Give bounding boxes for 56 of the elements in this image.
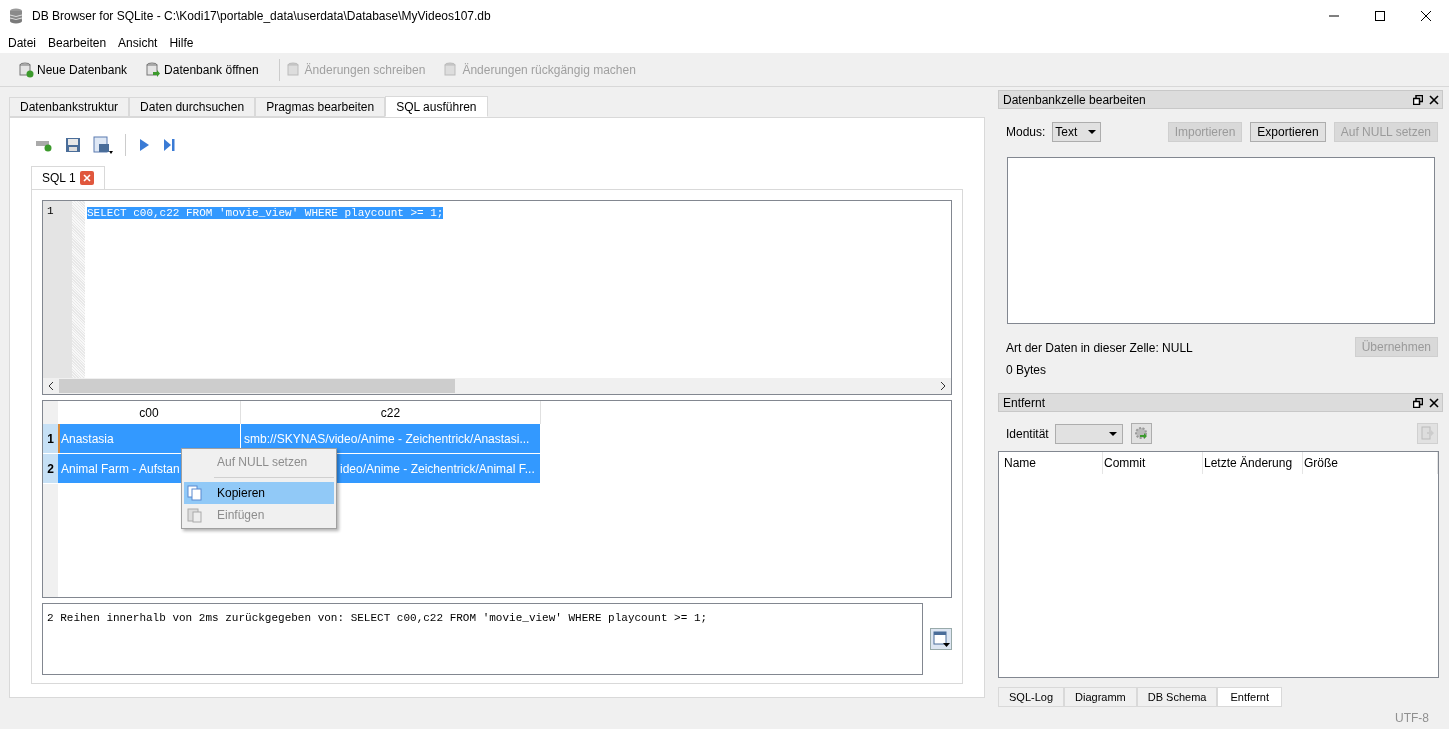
cell-editor[interactable] xyxy=(1007,156,1435,325)
caret-icon xyxy=(1088,129,1097,134)
panel-title: Entfernt xyxy=(1003,394,1046,412)
column-header[interactable]: Letzte Änderung xyxy=(1203,451,1303,474)
row-number[interactable]: 1 xyxy=(43,424,58,454)
panel-button[interactable]: Exportieren xyxy=(1250,121,1326,142)
mode-label: Modus: xyxy=(1006,123,1046,141)
menu-item[interactable]: Hilfe xyxy=(163,33,200,52)
log-text: 2 Reihen innerhalb von 2ms zurückgegeben von: SELECT c00,c22 FROM 'movie_view' WHERE playcount >= 1; xyxy=(42,603,924,675)
database-plus-icon xyxy=(18,61,34,78)
restore-icon[interactable] xyxy=(1413,94,1423,105)
toolbar-button[interactable]: Neue Datenbank xyxy=(16,60,130,79)
column-header[interactable]: Größe xyxy=(1303,451,1438,474)
close-icon[interactable] xyxy=(1429,397,1439,408)
column-header[interactable]: Name xyxy=(1003,451,1103,474)
skip-forward-icon[interactable] xyxy=(162,138,176,152)
line-number: 1 xyxy=(47,204,55,219)
toolbar-button[interactable]: Datenbank öffnen xyxy=(143,60,261,79)
encoding-status: UTF-8 xyxy=(1395,710,1430,728)
tab[interactable]: Entfernt xyxy=(1217,686,1282,708)
mode-dropdown[interactable]: Text xyxy=(1052,121,1102,142)
tab[interactable]: Pragmas bearbeiten xyxy=(255,97,386,117)
horizontal-scrollbar[interactable] xyxy=(43,378,951,394)
tab[interactable]: DB Schema xyxy=(1136,686,1218,708)
row-number[interactable]: 2 xyxy=(43,454,58,484)
menu-item[interactable]: Bearbeiten xyxy=(42,33,113,52)
menu-item[interactable]: Kopieren xyxy=(184,482,334,504)
database-icon xyxy=(285,61,302,78)
menu-item[interactable]: Ansicht xyxy=(112,33,164,52)
play-icon[interactable] xyxy=(138,138,150,152)
paste-icon xyxy=(187,507,203,523)
editor-tab[interactable]: SQL 1 xyxy=(31,166,105,190)
menu-item[interactable]: Datei xyxy=(2,33,42,52)
tab[interactable]: Datenbankstruktur xyxy=(9,97,130,117)
open-tab-icon[interactable] xyxy=(35,138,53,152)
identity-label: Identität xyxy=(1006,425,1049,443)
tab[interactable]: SQL-Log xyxy=(998,686,1065,708)
sql-editor[interactable]: 1 SELECT c00,c22 FROM 'movie_view' WHERE playcount >= 1; xyxy=(42,200,952,395)
column-header[interactable]: Commit xyxy=(1103,451,1203,474)
database-arrow-icon xyxy=(145,61,162,78)
gear-icon[interactable] xyxy=(1130,423,1152,445)
caret-icon xyxy=(1108,431,1117,436)
database-icon xyxy=(8,7,24,25)
tab[interactable]: SQL ausführen xyxy=(385,96,488,117)
copy-icon xyxy=(187,485,203,501)
data-type-text: Art der Daten in dieser Zelle: NULL xyxy=(1006,340,1193,358)
sql-code: SELECT c00,c22 FROM 'movie_view' WHERE playcount >= 1; xyxy=(87,207,444,219)
tab[interactable]: Diagramm xyxy=(1064,686,1137,708)
tab[interactable]: Daten durchsuchen xyxy=(129,97,256,117)
window-title: DB Browser for SQLite - C:\Kodi17\portable_data\userdata\Database\MyVideos107.db xyxy=(32,8,491,25)
export-icon[interactable] xyxy=(930,628,952,650)
size-text: 0 Bytes xyxy=(1006,362,1048,380)
save-dropdown-icon[interactable] xyxy=(93,136,113,154)
close-icon[interactable] xyxy=(1429,94,1439,105)
panel-title: Datenbankzelle bearbeiten xyxy=(1003,91,1146,109)
restore-icon[interactable] xyxy=(1413,397,1423,408)
